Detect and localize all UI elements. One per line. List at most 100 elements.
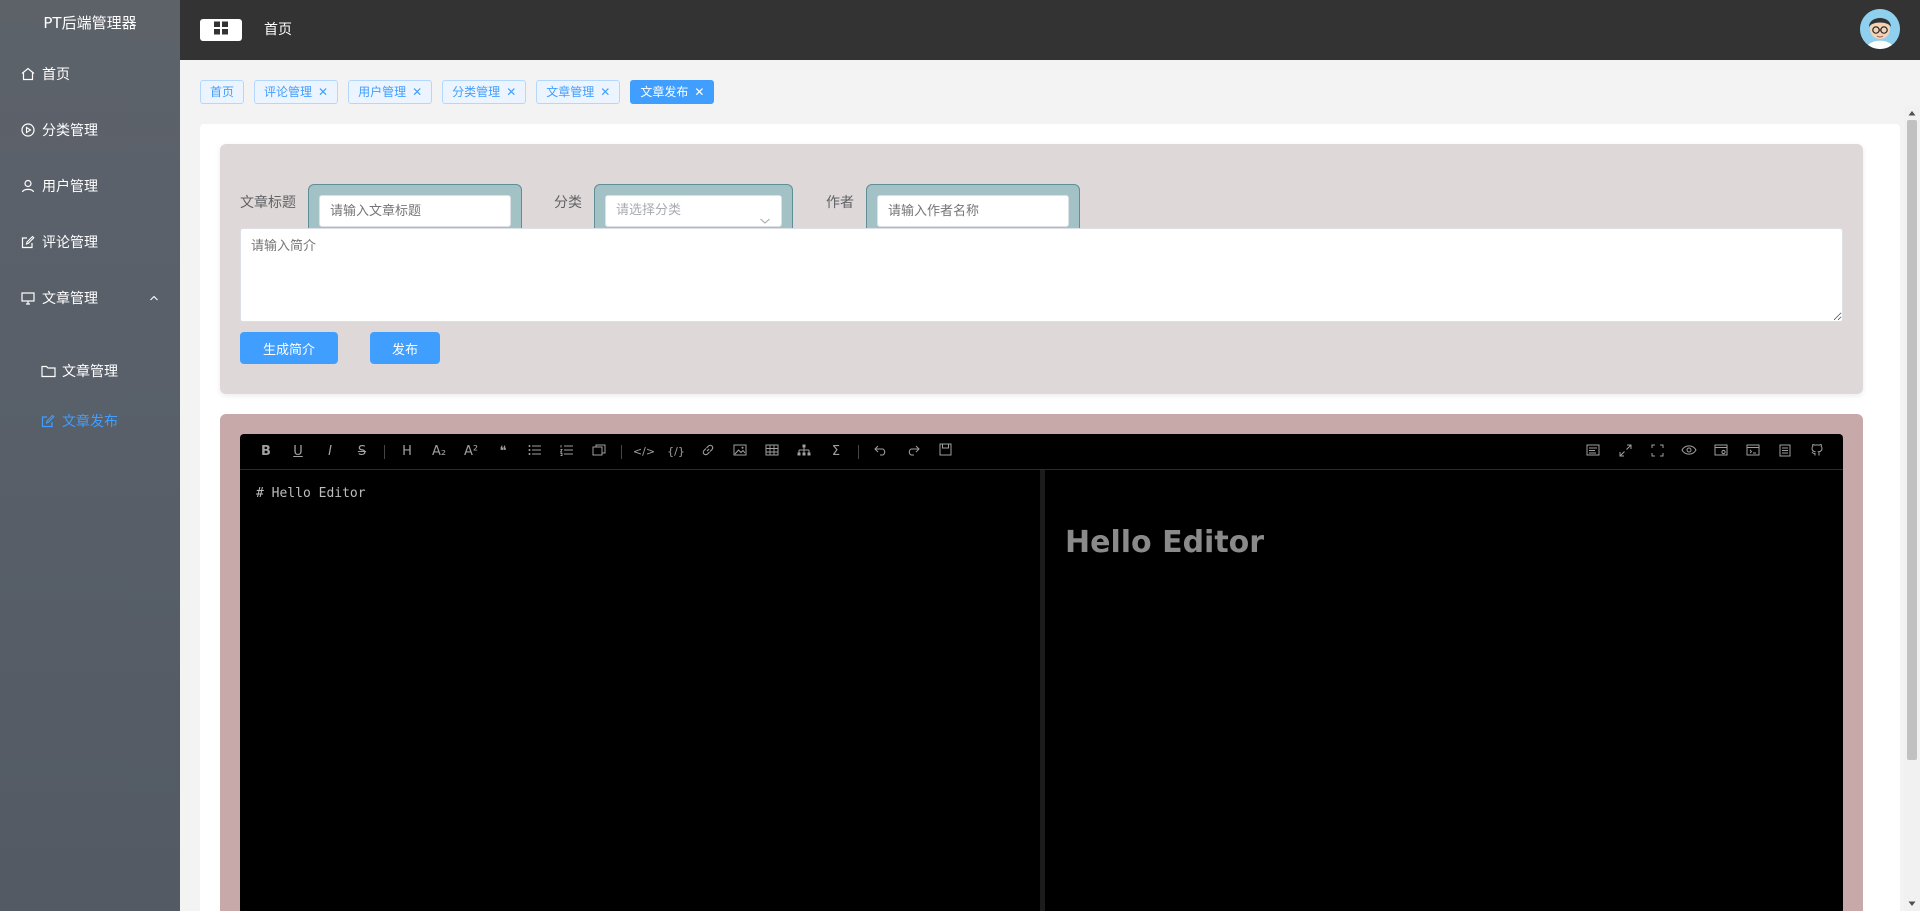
- editor-toolbar-right: [1577, 438, 1833, 466]
- author-label: 作者: [826, 195, 854, 211]
- tag-label: 首页: [210, 85, 235, 99]
- document-icon: [1779, 444, 1791, 461]
- sidebar-subitem-article-publish[interactable]: 文章发布: [0, 396, 180, 446]
- ordered-list-icon: [559, 444, 574, 460]
- ordered-list-button[interactable]: [551, 438, 583, 466]
- unordered-list-icon: [528, 444, 542, 460]
- sidebar-item-users[interactable]: 用户管理: [0, 158, 180, 214]
- sidebar-item-label: 文章管理: [62, 364, 118, 380]
- copy-block-icon: [592, 444, 606, 460]
- sidebar-item-articles[interactable]: 文章管理: [0, 270, 180, 326]
- superscript-button[interactable]: A²: [455, 438, 487, 466]
- strikethrough-icon: S: [357, 444, 367, 459]
- fullscreen-icon: [1651, 444, 1664, 461]
- catalog-button[interactable]: [1737, 438, 1769, 466]
- table-button[interactable]: [756, 438, 788, 466]
- unordered-list-button[interactable]: [519, 438, 551, 466]
- strikethrough-button[interactable]: S: [346, 438, 378, 466]
- close-icon[interactable]: ✕: [506, 86, 516, 98]
- breadcrumb[interactable]: 首页: [264, 19, 292, 41]
- editor-source-pane[interactable]: # Hello Editor: [240, 470, 1040, 911]
- redo-icon: [906, 444, 920, 460]
- image-icon: [733, 444, 747, 460]
- page-scrollbar[interactable]: [1904, 106, 1920, 911]
- link-button[interactable]: [692, 438, 724, 466]
- code-row-button[interactable]: [583, 438, 615, 466]
- sidebar-item-label: 首页: [42, 67, 70, 83]
- bold-icon: B: [261, 444, 271, 459]
- tag-home[interactable]: 首页: [200, 80, 245, 104]
- scroll-thumb[interactable]: [1907, 120, 1917, 760]
- prettier-button[interactable]: [1577, 438, 1609, 466]
- fullscreen-button[interactable]: [1641, 438, 1673, 466]
- menu-toggle-button[interactable]: [200, 19, 242, 41]
- subscript-icon: A₂: [431, 444, 447, 459]
- github-button[interactable]: [1801, 438, 1833, 466]
- sidebar-item-label: 分类管理: [42, 123, 98, 139]
- subscript-button[interactable]: A₂: [423, 438, 455, 466]
- close-icon[interactable]: ✕: [412, 86, 422, 98]
- sidebar-item-label: 评论管理: [42, 235, 98, 251]
- underline-button[interactable]: U: [282, 438, 314, 466]
- table-icon: [765, 444, 779, 460]
- expand-icon: [1619, 444, 1632, 461]
- avatar[interactable]: [1860, 9, 1900, 49]
- format-icon: [1586, 444, 1600, 460]
- html-preview-button[interactable]: [1705, 438, 1737, 466]
- browser-preview-icon: [1714, 444, 1728, 460]
- publish-button[interactable]: 发布: [370, 332, 440, 364]
- sidebar-item-comments[interactable]: 评论管理: [0, 214, 180, 270]
- github-icon: [1810, 443, 1824, 461]
- title-label: 文章标题: [240, 195, 296, 211]
- inline-code-button[interactable]: {/}: [660, 438, 692, 466]
- tag-comments[interactable]: 评论管理 ✕: [254, 80, 339, 104]
- tag-article-publish[interactable]: 文章发布 ✕: [630, 80, 715, 104]
- summary-textarea[interactable]: [240, 228, 1843, 322]
- title-input[interactable]: [319, 195, 511, 227]
- tag-categories[interactable]: 分类管理 ✕: [442, 80, 527, 104]
- generate-summary-button[interactable]: 生成简介: [240, 332, 338, 364]
- code-icon: </>: [632, 445, 656, 458]
- author-input[interactable]: [877, 195, 1069, 227]
- close-icon[interactable]: ✕: [600, 86, 610, 98]
- formula-button[interactable]: Σ: [820, 438, 852, 466]
- quote-button[interactable]: ❝: [487, 438, 519, 466]
- folder-icon: [40, 363, 56, 379]
- sidebar-subitem-article-list[interactable]: 文章管理: [0, 346, 180, 396]
- mermaid-button[interactable]: [788, 438, 820, 466]
- document-button[interactable]: [1769, 438, 1801, 466]
- page-fullscreen-button[interactable]: [1609, 438, 1641, 466]
- save-icon: [939, 443, 952, 460]
- scroll-down-icon[interactable]: [1904, 897, 1920, 911]
- article-form: 文章标题 分类 请选择分类 作者 生成简介 发布: [220, 144, 1863, 394]
- redo-button[interactable]: [897, 438, 929, 466]
- close-icon[interactable]: ✕: [318, 86, 328, 98]
- tag-label: 文章发布: [640, 85, 689, 99]
- editor-preview-pane: Hello Editor: [1045, 470, 1843, 911]
- user-icon: [20, 178, 36, 194]
- tag-users[interactable]: 用户管理 ✕: [348, 80, 433, 104]
- undo-button[interactable]: [865, 438, 897, 466]
- tag-articles[interactable]: 文章管理 ✕: [536, 80, 621, 104]
- heading-button[interactable]: H: [391, 438, 423, 466]
- editor-toolbar: B U I S H A₂ A² ❝ </> {/} Σ: [240, 434, 1843, 470]
- sidebar-item-label: 文章管理: [42, 291, 98, 307]
- close-icon[interactable]: ✕: [694, 86, 704, 98]
- bold-button[interactable]: B: [250, 438, 282, 466]
- save-button[interactable]: [929, 438, 961, 466]
- preview-button[interactable]: [1673, 438, 1705, 466]
- category-label: 分类: [554, 195, 582, 211]
- category-select[interactable]: 请选择分类: [605, 195, 782, 227]
- scroll-up-icon[interactable]: [1904, 106, 1920, 120]
- editor-source-text: # Hello Editor: [256, 486, 366, 501]
- image-button[interactable]: [724, 438, 756, 466]
- code-button[interactable]: </>: [628, 438, 660, 466]
- main-panel: 文章标题 分类 请选择分类 作者 生成简介 发布 B U I: [200, 124, 1900, 911]
- sidebar-item-categories[interactable]: 分类管理: [0, 102, 180, 158]
- italic-button[interactable]: I: [314, 438, 346, 466]
- inline-code-icon: {/}: [667, 445, 685, 458]
- home-icon: [20, 66, 36, 82]
- sidebar-item-home[interactable]: 首页: [0, 46, 180, 102]
- app-title: PT后端管理器: [43, 14, 137, 32]
- sidebar-item-label: 用户管理: [42, 179, 98, 195]
